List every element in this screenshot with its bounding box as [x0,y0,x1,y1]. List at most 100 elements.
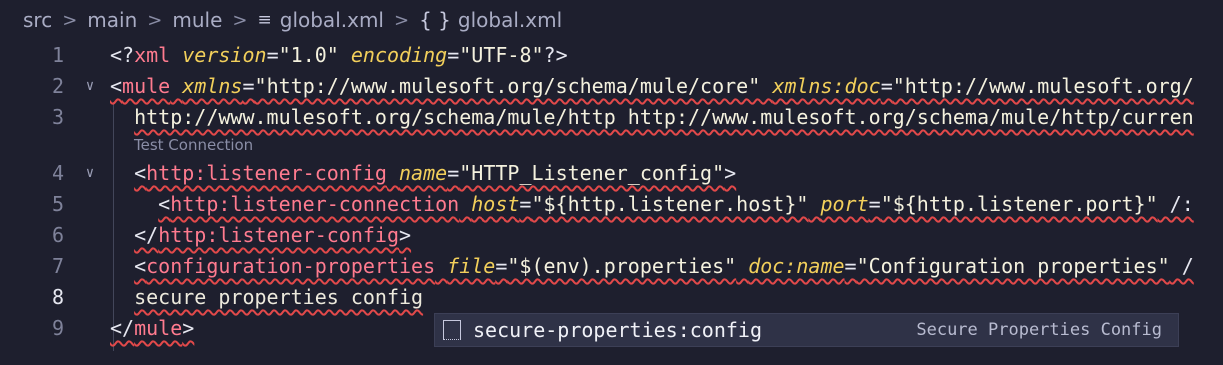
token-punc [170,74,182,98]
code-text: </mule> [110,313,194,344]
token-tag: configuration-properties [146,254,436,278]
line-number: 5 [51,192,64,216]
code-text: <http:listener-config name="HTTP_Listene… [110,158,736,189]
breadcrumb: src > main > mule > ≡ global.xml > { } g… [0,0,1223,40]
token-str: "HTTP_Listener_config" [459,161,725,185]
token-punc: = [447,43,460,67]
token-punc [387,161,399,185]
token-punc [736,254,748,278]
line-number: 8 [51,285,64,309]
line-number: 9 [51,316,64,340]
token-punc [760,74,772,98]
breadcrumb-src[interactable]: src [23,8,52,32]
chevron-right-icon: > [393,9,410,31]
token-str: "${http.listener.host}" [531,192,809,216]
code-text: http://www.mulesoft.org/schema/mule/http… [110,102,1194,133]
token-tag: mule [122,74,171,98]
code-line[interactable]: 4 ∨ <http:listener-config name="HTTP_List… [0,158,1223,189]
code-line[interactable]: 6 </http:listener-config> [0,220,1223,251]
token-punc [435,254,447,278]
token-punc [459,192,471,216]
fold-chevron-icon[interactable]: ∨ [80,71,100,102]
token-str: "http://www.mulesoft.org/ [892,74,1194,98]
snippet-icon [443,320,461,340]
code-text: <?xml version="1.0" encoding="UTF-8"?> [110,40,568,71]
code-line[interactable]: 2 ∨ <mule xmlns="http://www.mulesoft.org/s… [0,71,1223,102]
token-str: "1.0" [278,43,339,67]
token-punc: < [134,254,147,278]
code-text: </http:listener-config> [110,220,411,251]
token-punc: > [724,161,737,185]
token-str: "Configuration properties" [856,254,1170,278]
token-punc: /: [1157,192,1194,216]
fold-chevron-icon[interactable]: ∨ [80,158,100,189]
token-tag: mule [134,316,183,340]
token-attr: encoding [350,43,448,67]
code-line[interactable]: 3 http://www.mulesoft.org/schema/mule/ht… [0,102,1223,133]
token-str: "UTF-8" [459,43,544,67]
token-punc: ?> [543,43,568,67]
token-attr: xmlns [182,74,243,98]
token-punc: </ [110,316,135,340]
token-punc [170,43,182,67]
token-tag: xml [134,43,171,67]
line-number: 1 [51,43,64,67]
token-punc: = [868,192,881,216]
breadcrumb-symbol[interactable]: global.xml [458,8,562,32]
chevron-right-icon: > [62,9,78,31]
test-connection-codelens[interactable]: Test Connection [134,134,253,156]
token-punc: > [182,316,195,340]
token-punc: < [134,161,147,185]
token-punc: = [880,74,893,98]
token-attr: version [182,43,267,67]
token-punc: = [447,161,460,185]
chevron-right-icon: > [147,9,163,31]
code-text: secure properties config [110,282,423,313]
line-number: 4 [51,161,64,185]
code-line[interactable]: 5 <http:listener-connection host="${http… [0,189,1223,220]
token-punc [339,43,351,67]
token-str: "${http.listener.port}" [880,192,1158,216]
suggestion-label: secure-properties:config [473,318,762,342]
code-line[interactable]: 1 <?xml version="1.0" encoding="UTF-8"?> [0,40,1223,71]
token-punc: = [519,192,532,216]
token-tag: http:listener-config [158,223,400,247]
code-text: <mule xmlns="http://www.mulesoft.org/sch… [110,71,1194,102]
token-punc: > [399,223,412,247]
token-punc: </ [134,223,159,247]
line-number: 2 [51,74,64,98]
code-line[interactable]: 8 secure properties config [0,282,1223,313]
token-punc: < [110,74,123,98]
token-attr: file [447,254,496,278]
token-str: http://www.mulesoft.org/schema/mule/http… [134,105,1194,129]
autocomplete-suggestion[interactable]: secure-properties:config Secure Properti… [434,313,1179,347]
suggestion-detail: Secure Properties Config [916,320,1162,340]
code-text: <http:listener-connection host="${http.l… [110,189,1194,220]
token-punc: < [158,192,171,216]
token-punc: = [495,254,508,278]
token-tag: http:listener-config [146,161,387,185]
code-line[interactable]: 7 <configuration-properties file="$(env)… [0,251,1223,282]
token-punc: / [1169,254,1194,278]
token-attr: port [820,192,869,216]
token-punc [808,192,820,216]
line-number: 7 [51,254,64,278]
token-str: "$(env).properties" [507,254,737,278]
token-punc: = [242,74,255,98]
token-str: "http://www.mulesoft.org/schema/mule/cor… [254,74,761,98]
breadcrumb-mule[interactable]: mule [172,8,222,32]
token-attr: name [399,161,448,185]
code-text: <configuration-properties file="$(env).p… [110,251,1194,282]
token-attr: host [471,192,520,216]
breadcrumb-main[interactable]: main [87,8,137,32]
token-text: secure properties config [134,285,424,309]
breadcrumb-file[interactable]: global.xml [280,8,384,32]
line-number: 3 [51,105,64,129]
token-punc: = [844,254,857,278]
token-tag: http:listener-connection [170,192,460,216]
file-lines-icon: ≡ [257,10,272,30]
chevron-right-icon: > [232,9,248,31]
token-punc: <? [110,43,135,67]
token-punc: = [266,43,279,67]
braces-icon: { } [419,8,451,32]
